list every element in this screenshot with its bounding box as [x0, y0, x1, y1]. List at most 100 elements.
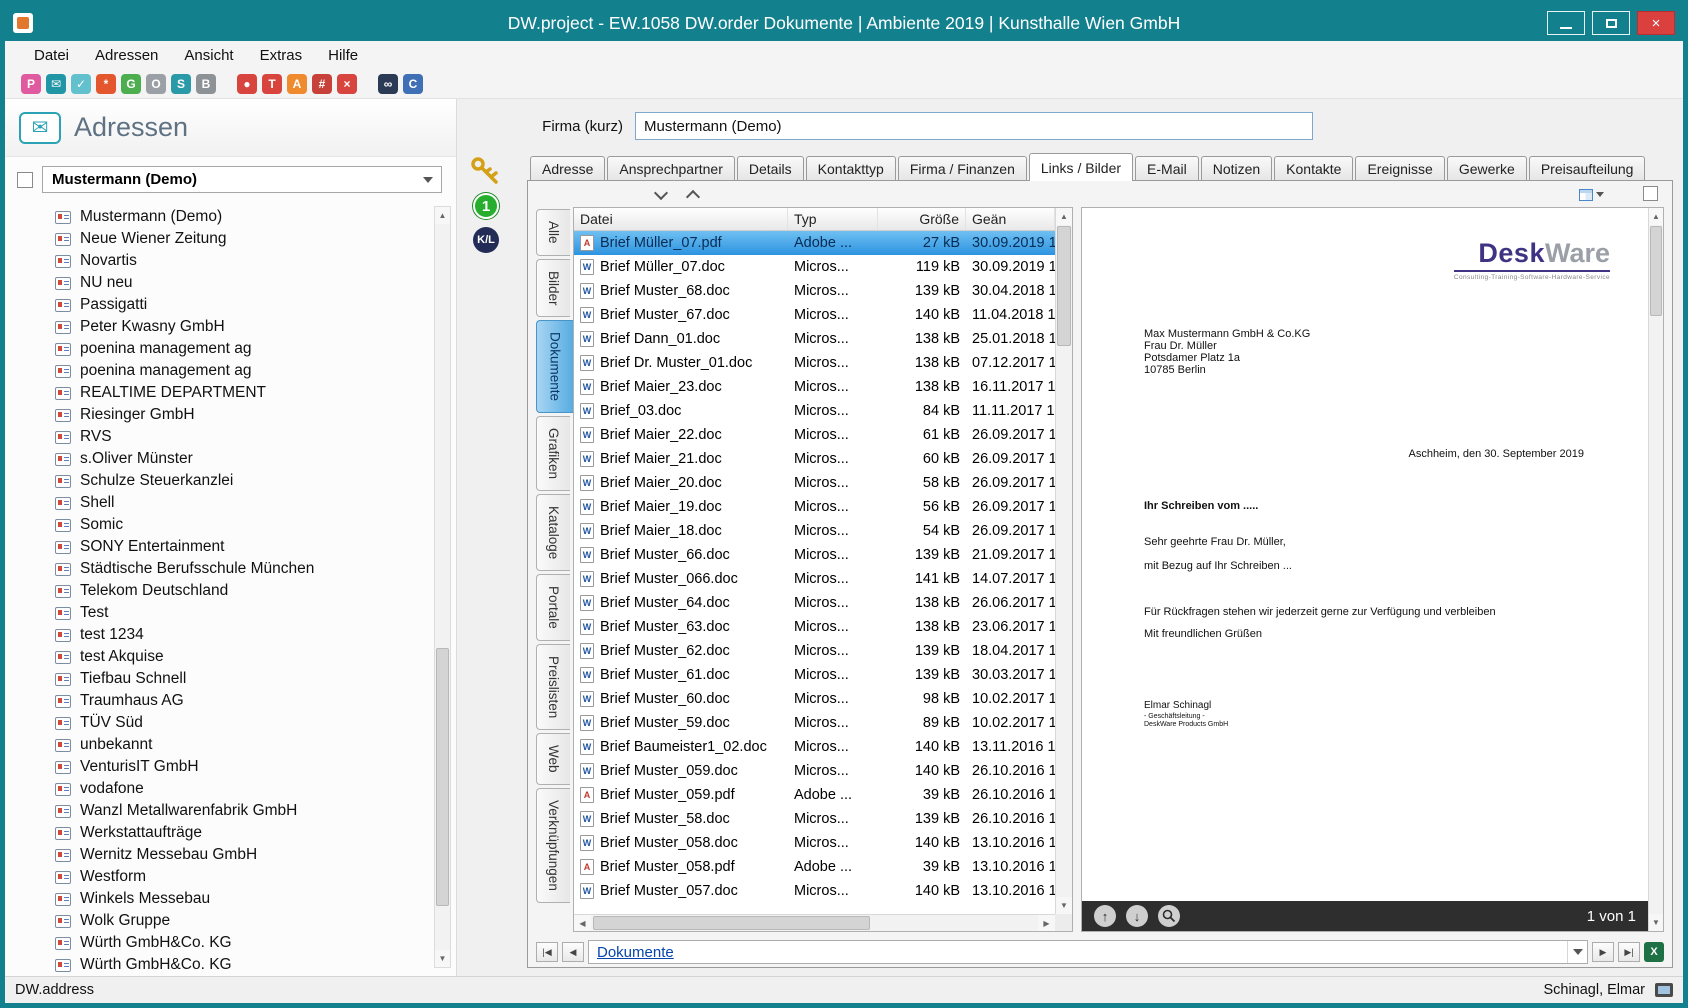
tree-item[interactable]: poenina management ag	[5, 360, 428, 382]
file-row[interactable]: W Brief Muster_058.doc Micros... 140 kB 13.1…	[574, 831, 1055, 855]
tree-item[interactable]: Somic	[5, 514, 428, 536]
tab-notizen[interactable]: Notizen	[1200, 156, 1273, 181]
chevron-up-button[interactable]	[680, 186, 706, 203]
scrollbar-thumb[interactable]	[593, 916, 871, 930]
contact-icon[interactable]: A	[287, 73, 307, 94]
scrollbar-thumb[interactable]	[1650, 226, 1662, 316]
preview-scrollbar[interactable]: ▲ ▼	[1648, 208, 1663, 931]
file-row[interactable]: W Brief Muster_68.doc Micros... 139 kB 30.04…	[574, 279, 1055, 303]
vtab-web[interactable]: Web	[536, 733, 570, 785]
zoom-page-button[interactable]	[1158, 905, 1180, 927]
tab-preisaufteilung[interactable]: Preisaufteilung	[1528, 156, 1646, 181]
file-row[interactable]: W Brief Maier_19.doc Micros... 56 kB 26.09.2…	[574, 495, 1055, 519]
tree-item[interactable]: Novartis	[5, 250, 428, 272]
file-row[interactable]: W Brief Dann_01.doc Micros... 138 kB 25.01.2…	[574, 327, 1055, 351]
file-list-vscrollbar[interactable]: ▲ ▼	[1055, 208, 1072, 914]
scroll-up-icon[interactable]: ▲	[1649, 208, 1663, 225]
menu-adressen[interactable]: Adressen	[82, 43, 171, 68]
tab-gewerke[interactable]: Gewerke	[1446, 156, 1527, 181]
file-row[interactable]: W Brief Maier_18.doc Micros... 54 kB 26.09.2…	[574, 519, 1055, 543]
tag-icon[interactable]: T	[262, 73, 282, 94]
star-icon[interactable]: *	[96, 73, 116, 94]
tab-details[interactable]: Details	[736, 156, 804, 181]
archive-icon[interactable]: B	[196, 73, 216, 94]
address-filter-checkbox[interactable]	[17, 171, 33, 188]
tab-kontakte[interactable]: Kontakte	[1274, 156, 1354, 181]
vtab-verknüpfungen[interactable]: Verknüpfungen	[536, 787, 570, 903]
file-row[interactable]: A Brief Müller_07.pdf Adobe ... 27 kB 30.09.…	[574, 231, 1055, 255]
tree-item[interactable]: RVS	[5, 426, 428, 448]
count-badge[interactable]: 1	[473, 193, 499, 219]
scroll-right-icon[interactable]: ▶	[1038, 915, 1055, 931]
tree-item[interactable]: Mustermann (Demo)	[5, 206, 428, 228]
file-list-hscrollbar[interactable]: ◀ ▶	[574, 914, 1055, 931]
record-combobox[interactable]: Dokumente	[588, 940, 1588, 964]
delete-icon[interactable]: ×	[337, 73, 357, 94]
scroll-down-icon[interactable]: ▼	[1649, 914, 1663, 931]
tree-item[interactable]: Wanzl Metallwarenfabrik GmbH	[5, 800, 428, 822]
address-tree-scrollbar[interactable]: ▲ ▼	[434, 206, 451, 968]
mail-check-icon[interactable]: ✓	[71, 73, 91, 94]
file-row[interactable]: W Brief Maier_23.doc Micros... 138 kB 16.11.…	[574, 375, 1055, 399]
menu-ansicht[interactable]: Ansicht	[171, 43, 246, 68]
vtab-preislisten[interactable]: Preislisten	[536, 644, 570, 731]
file-row[interactable]: W Brief Maier_22.doc Micros... 61 kB 26.09.2…	[574, 423, 1055, 447]
scroll-up-icon[interactable]: ▲	[435, 207, 450, 224]
tree-item[interactable]: Wernitz Messebau GmbH	[5, 844, 428, 866]
scrollbar-thumb[interactable]	[436, 647, 449, 907]
scroll-down-icon[interactable]: ▼	[435, 950, 450, 967]
tree-item[interactable]: Shell	[5, 492, 428, 514]
maximize-button[interactable]	[1592, 11, 1630, 35]
file-row[interactable]: W Brief Muster_62.doc Micros... 139 kB 18.04…	[574, 639, 1055, 663]
file-row[interactable]: W Brief Muster_057.doc Micros... 140 kB 13.1…	[574, 879, 1055, 903]
tree-item[interactable]: TÜV Süd	[5, 712, 428, 734]
file-row[interactable]: W Brief Dr. Muster_01.doc Micros... 138 kB 0…	[574, 351, 1055, 375]
last-record-button[interactable]: ▶|	[1618, 942, 1640, 962]
file-row[interactable]: W Brief Muster_64.doc Micros... 138 kB 26.06…	[574, 591, 1055, 615]
menu-extras[interactable]: Extras	[247, 43, 316, 68]
file-row[interactable]: W Brief Muster_63.doc Micros... 138 kB 23.06…	[574, 615, 1055, 639]
scroll-down-icon[interactable]: ▼	[1056, 897, 1072, 914]
tree-item[interactable]: test Akquise	[5, 646, 428, 668]
first-record-button[interactable]: |◀	[536, 942, 558, 962]
tree-item[interactable]: Winkels Messebau	[5, 888, 428, 910]
tree-item[interactable]: poenina management ag	[5, 338, 428, 360]
tree-item[interactable]: Wolk Gruppe	[5, 910, 428, 932]
vtab-portale[interactable]: Portale	[536, 574, 570, 642]
tree-item[interactable]: Riesinger GmbH	[5, 404, 428, 426]
person-card-icon[interactable]: P	[21, 73, 41, 94]
tab-kontakttyp[interactable]: Kontakttyp	[805, 156, 896, 181]
tree-item[interactable]: SONY Entertainment	[5, 536, 428, 558]
title-bar[interactable]: DW.project - EW.1058 DW.order Dokumente …	[5, 5, 1683, 41]
tab-links-bilder[interactable]: Links / Bilder	[1028, 153, 1134, 181]
file-row[interactable]: W Brief Müller_07.doc Micros... 119 kB 30.09…	[574, 255, 1055, 279]
tree-item[interactable]: Städtische Berufsschule München	[5, 558, 428, 580]
scroll-up-icon[interactable]: ▲	[1056, 208, 1072, 225]
file-row[interactable]: W Brief Maier_20.doc Micros... 58 kB 26.09.2…	[574, 471, 1055, 495]
envelope-icon[interactable]: ✉	[46, 73, 66, 94]
file-row[interactable]: W Brief Muster_66.doc Micros... 139 kB 21.09…	[574, 543, 1055, 567]
file-row[interactable]: A Brief Muster_058.pdf Adobe ... 39 kB 13.10…	[574, 855, 1055, 879]
tree-item[interactable]: REALTIME DEPARTMENT	[5, 382, 428, 404]
firma-kurz-input[interactable]	[635, 112, 1313, 140]
tree-item[interactable]: Tiefbau Schnell	[5, 668, 428, 690]
column-header-größe[interactable]: Größe	[878, 208, 966, 230]
tree-item[interactable]: Traumhaus AG	[5, 690, 428, 712]
page-down-button[interactable]: ↓	[1126, 905, 1148, 927]
preview-toggle-checkbox[interactable]	[1643, 186, 1658, 201]
file-row[interactable]: W Brief Muster_059.doc Micros... 140 kB 26.1…	[574, 759, 1055, 783]
tab-ereignisse[interactable]: Ereignisse	[1355, 156, 1445, 181]
tree-item[interactable]: VenturisIT GmbH	[5, 756, 428, 778]
tree-item[interactable]: unbekannt	[5, 734, 428, 756]
column-header-typ[interactable]: Typ	[788, 208, 878, 230]
menu-hilfe[interactable]: Hilfe	[315, 43, 371, 68]
vtab-bilder[interactable]: Bilder	[536, 258, 570, 318]
tab-e-mail[interactable]: E-Mail	[1135, 156, 1199, 181]
tree-item[interactable]: Telekom Deutschland	[5, 580, 428, 602]
address-combobox[interactable]: Mustermann (Demo)	[42, 166, 442, 193]
scroll-left-icon[interactable]: ◀	[574, 915, 591, 931]
file-row[interactable]: W Brief Baumeister1_02.doc Micros... 140 kB…	[574, 735, 1055, 759]
file-row[interactable]: A Brief Muster_059.pdf Adobe ... 39 kB 26.10…	[574, 783, 1055, 807]
record-icon[interactable]: ●	[237, 73, 257, 94]
scrollbar-thumb[interactable]	[1057, 226, 1071, 346]
